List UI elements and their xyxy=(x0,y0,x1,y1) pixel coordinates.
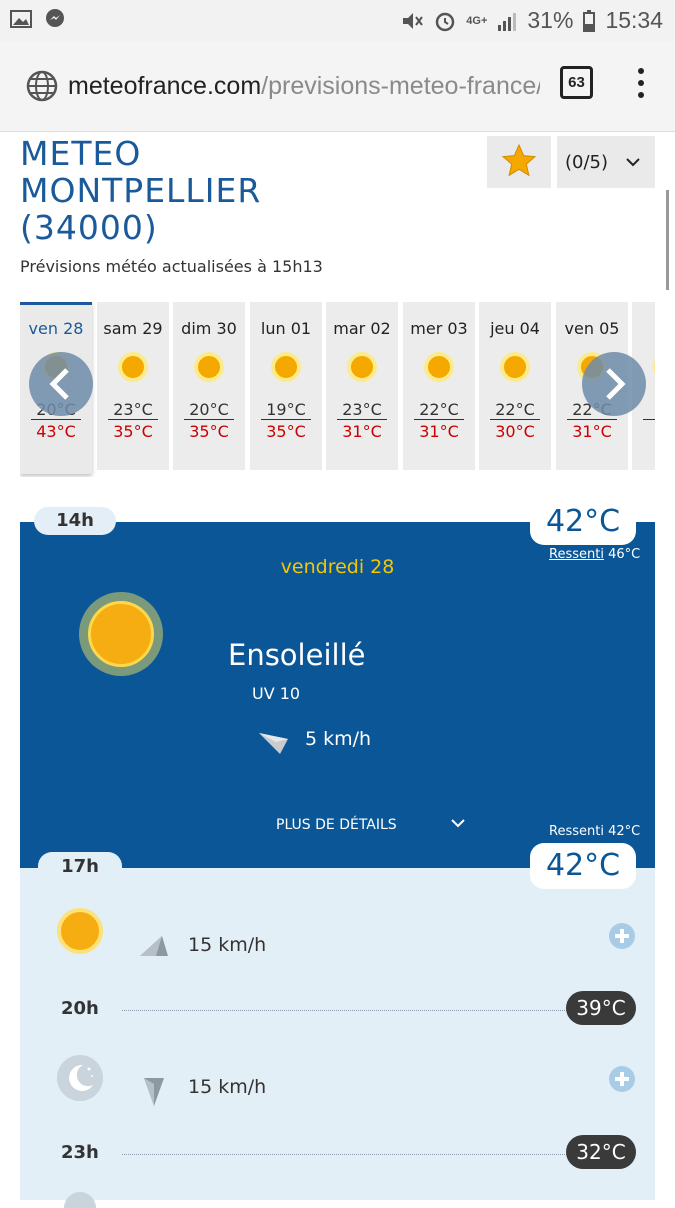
temp-min: 23°C xyxy=(337,400,387,420)
uv-index: UV 10 xyxy=(252,684,301,703)
wind-direction-icon xyxy=(144,1078,164,1106)
sun-icon xyxy=(424,352,454,382)
day-card[interactable]: sam 29 23°C 35°C xyxy=(97,302,169,470)
day-name: sa xyxy=(632,319,655,338)
status-bar: 4G+ 31% 15:34 xyxy=(0,0,675,42)
globe-icon xyxy=(26,70,58,102)
temp-max: 35°C xyxy=(266,422,306,441)
url-field[interactable]: meteofrance.com/previsions-meteo-france/… xyxy=(68,72,540,101)
current-day: vendredi 28 xyxy=(280,556,395,578)
sun-icon xyxy=(653,352,655,382)
temp-min: 22°C xyxy=(414,400,464,420)
sun-icon xyxy=(347,352,377,382)
title-line: MONTPELLIER xyxy=(20,171,262,210)
add-favorite-button[interactable] xyxy=(487,136,551,188)
day-name: mar 02 xyxy=(333,319,391,338)
browser-menu-button[interactable] xyxy=(636,68,646,102)
gallery-notification-icon xyxy=(10,10,32,28)
day-name: jeu 04 xyxy=(490,319,540,338)
update-info: Prévisions météo actualisées à 15h13 xyxy=(20,257,323,276)
current-temp: 42°C xyxy=(530,499,636,545)
favorites-count: (0/5) xyxy=(565,151,609,173)
url-domain: meteofrance.com xyxy=(68,72,262,100)
page-title: METEO MONTPELLIER (34000) xyxy=(20,135,261,246)
day-name: ven 28 xyxy=(28,319,84,338)
clock: 15:34 xyxy=(605,7,663,33)
sun-icon xyxy=(194,352,224,382)
sun-icon xyxy=(500,352,530,382)
current-hour: 14h xyxy=(34,507,116,535)
temp-min: 22°C xyxy=(490,400,540,420)
favorites-dropdown[interactable]: (0/5) xyxy=(557,136,655,188)
temp-max: 35°C xyxy=(189,422,229,441)
chevron-down-icon xyxy=(626,158,640,167)
hour-label: 23h xyxy=(61,1142,99,1163)
temp-max: 31°C xyxy=(342,422,382,441)
divider xyxy=(122,1154,567,1155)
day-name: sam 29 xyxy=(103,319,163,338)
more-details-button[interactable]: PLUS DE DÉTAILS xyxy=(276,817,397,833)
temp-max: 31°C xyxy=(572,422,612,441)
day-card[interactable]: mar 02 23°C 31°C xyxy=(326,302,398,470)
hour-temp: 32°C xyxy=(566,1135,636,1169)
tab-switcher-button[interactable]: 63 xyxy=(560,66,593,99)
day-strip: ven 28 20°C 43°C sam 29 23°C 35°C dim 30… xyxy=(20,302,655,477)
temp-max: 3 xyxy=(632,422,655,441)
temp-max: 30°C xyxy=(495,422,535,441)
temp-min: 20°C xyxy=(184,400,234,420)
scroll-indicator xyxy=(666,190,669,290)
chevron-down-icon[interactable] xyxy=(451,817,465,829)
temp-min: 23°C xyxy=(108,400,158,420)
day-name: mer 03 xyxy=(410,319,468,338)
expand-row-button[interactable] xyxy=(609,1066,635,1092)
day-card[interactable]: jeu 04 22°C 30°C xyxy=(479,302,551,470)
title-line: METEO xyxy=(20,134,142,173)
wind-speed: 15 km/h xyxy=(188,1076,267,1098)
day-name: lun 01 xyxy=(260,319,312,338)
star-icon xyxy=(501,143,537,176)
wind-direction-icon xyxy=(259,733,288,754)
next-days-button[interactable] xyxy=(582,352,646,416)
sun-icon xyxy=(271,352,301,382)
day-name: dim 30 xyxy=(181,319,237,338)
alarm-icon xyxy=(436,12,455,31)
title-line: (34000) xyxy=(20,208,158,247)
messenger-notification-icon xyxy=(46,9,64,27)
hour-label: 20h xyxy=(61,998,99,1019)
hour-temp: 42°C xyxy=(530,843,636,889)
temp-min: 2 xyxy=(643,400,655,420)
wind-speed: 5 km/h xyxy=(305,728,372,750)
prev-days-button[interactable] xyxy=(29,352,93,416)
hour-label: 17h xyxy=(38,852,122,882)
hour-temp: 39°C xyxy=(566,991,636,1025)
chevron-left-icon xyxy=(49,368,69,400)
temp-max: 31°C xyxy=(419,422,459,441)
battery-icon xyxy=(583,9,596,32)
day-name: ven 05 xyxy=(564,319,620,338)
divider xyxy=(122,1010,567,1011)
day-card[interactable]: mer 03 22°C 31°C xyxy=(403,302,475,470)
day-card[interactable]: lun 01 19°C 35°C xyxy=(250,302,322,470)
feels-like-next: Ressenti 42°C xyxy=(549,824,641,839)
signal-icon xyxy=(498,12,517,31)
sun-icon xyxy=(57,908,103,954)
condition: Ensoleillé xyxy=(228,638,366,672)
hourly-forecast-list xyxy=(20,868,655,1200)
temp-max: 43°C xyxy=(36,422,76,441)
mute-icon xyxy=(403,12,424,29)
temp-min: 19°C xyxy=(261,400,311,420)
day-card[interactable]: dim 30 20°C 35°C xyxy=(173,302,245,470)
moon-icon xyxy=(57,1055,103,1101)
sun-icon xyxy=(79,592,163,676)
wind-direction-icon xyxy=(140,936,168,956)
url-path: /previsions-meteo-france/m xyxy=(261,72,540,100)
expand-row-button[interactable] xyxy=(609,923,635,949)
wind-speed: 15 km/h xyxy=(188,934,267,956)
battery-percent: 31% xyxy=(527,7,574,33)
network-type: 4G+ xyxy=(466,14,488,27)
sun-icon xyxy=(118,352,148,382)
temp-max: 35°C xyxy=(113,422,153,441)
chevron-right-icon xyxy=(606,368,626,400)
